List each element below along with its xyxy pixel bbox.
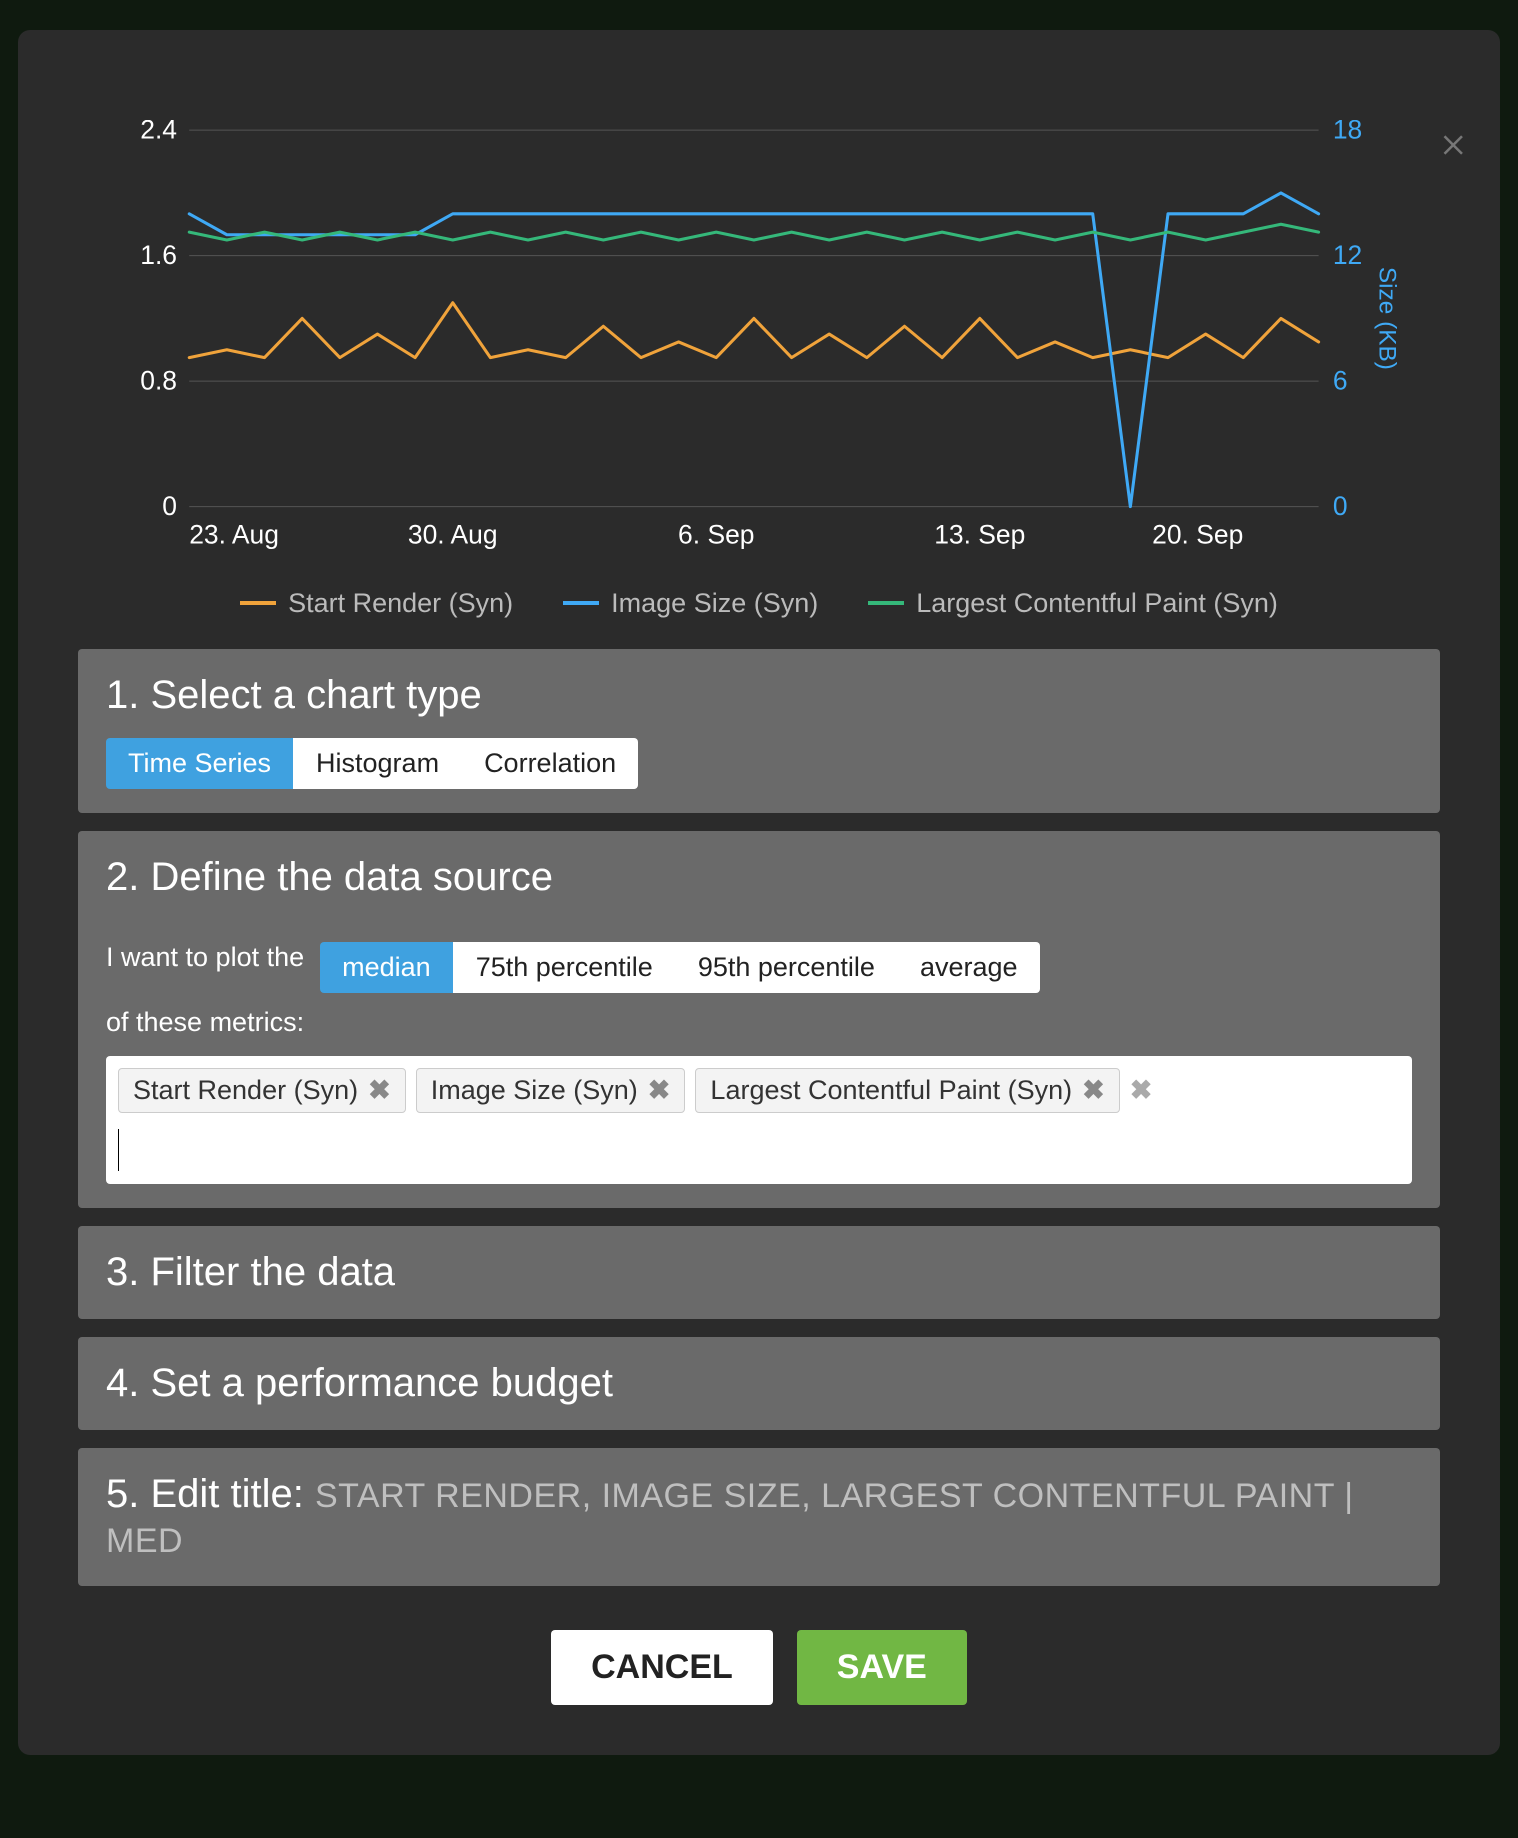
step-3-title: 3. Filter the data bbox=[106, 1250, 1412, 1295]
legend-swatch bbox=[563, 601, 599, 605]
legend-swatch bbox=[240, 601, 276, 605]
svg-text:6: 6 bbox=[1333, 365, 1348, 395]
remove-tag-icon[interactable]: ✖ bbox=[368, 1075, 391, 1106]
step-1-panel: 1. Select a chart type Time SeriesHistog… bbox=[78, 649, 1440, 813]
legend-swatch bbox=[868, 601, 904, 605]
legend-label: Largest Contentful Paint (Syn) bbox=[916, 588, 1278, 619]
svg-text:30. Aug: 30. Aug bbox=[408, 519, 498, 549]
metrics-text-cursor bbox=[118, 1129, 119, 1171]
svg-text:0.8: 0.8 bbox=[140, 365, 177, 395]
plot-lead-text: I want to plot the bbox=[106, 942, 304, 973]
svg-text:0: 0 bbox=[162, 491, 177, 521]
stat-option-95th-percentile[interactable]: 95th percentile bbox=[675, 942, 897, 993]
remove-tag-icon[interactable]: ✖ bbox=[1082, 1075, 1105, 1106]
stat-option-average[interactable]: average bbox=[897, 942, 1040, 993]
legend-item[interactable]: Image Size (Syn) bbox=[563, 588, 818, 619]
step-1-title: 1. Select a chart type bbox=[106, 673, 1412, 718]
step-2-panel: 2. Define the data source I want to plot… bbox=[78, 831, 1440, 1208]
metrics-input-box[interactable]: Start Render (Syn)✖Image Size (Syn)✖Larg… bbox=[106, 1056, 1412, 1184]
chart-legend: Start Render (Syn) Image Size (Syn) Larges… bbox=[118, 588, 1400, 619]
legend-item[interactable]: Start Render (Syn) bbox=[240, 588, 513, 619]
remove-tag-icon[interactable]: ✖ bbox=[648, 1075, 671, 1106]
metric-tag-label: Largest Contentful Paint (Syn) bbox=[710, 1075, 1072, 1106]
metric-tag: Start Render (Syn) ✖ bbox=[118, 1068, 406, 1113]
stat-option-median[interactable]: median bbox=[320, 942, 453, 993]
chart-type-option-time-series[interactable]: Time Series bbox=[106, 738, 293, 789]
metric-tag: Image Size (Syn) ✖ bbox=[416, 1068, 686, 1113]
svg-text:Size (KB): Size (KB) bbox=[1374, 267, 1400, 370]
chart-type-toggle: Time SeriesHistogramCorrelation bbox=[106, 738, 638, 789]
save-button[interactable]: SAVE bbox=[797, 1630, 967, 1705]
metric-tag: Largest Contentful Paint (Syn) ✖ bbox=[695, 1068, 1119, 1113]
svg-text:2.4: 2.4 bbox=[140, 120, 177, 144]
legend-label: Start Render (Syn) bbox=[288, 588, 513, 619]
svg-text:13. Sep: 13. Sep bbox=[934, 519, 1025, 549]
metric-tag-label: Image Size (Syn) bbox=[431, 1075, 638, 1106]
close-icon[interactable] bbox=[1440, 130, 1470, 165]
svg-text:6. Sep: 6. Sep bbox=[678, 519, 754, 549]
step-4-panel[interactable]: 4. Set a performance budget bbox=[78, 1337, 1440, 1430]
svg-text:23. Aug: 23. Aug bbox=[189, 519, 279, 549]
cancel-button[interactable]: CANCEL bbox=[551, 1630, 773, 1705]
svg-text:20. Sep: 20. Sep bbox=[1152, 519, 1243, 549]
chart-type-option-histogram[interactable]: Histogram bbox=[293, 738, 461, 789]
step-5-title: 5. Edit title: START RENDER, IMAGE SIZE,… bbox=[106, 1472, 1412, 1562]
legend-item[interactable]: Largest Contentful Paint (Syn) bbox=[868, 588, 1278, 619]
svg-text:12: 12 bbox=[1333, 240, 1362, 270]
clear-all-tags-icon[interactable]: ✖ bbox=[1130, 1075, 1153, 1106]
svg-text:18: 18 bbox=[1333, 120, 1362, 144]
preview-chart: 0 0.8 1.6 2.4 0 6 12 18 23. Aug 30. Aug 6. Sep 13… bbox=[118, 120, 1400, 619]
plot-trail-text: of these metrics: bbox=[106, 1007, 1412, 1038]
stat-option-75th-percentile[interactable]: 75th percentile bbox=[453, 942, 675, 993]
legend-label: Image Size (Syn) bbox=[611, 588, 818, 619]
chart-editor-modal: 0 0.8 1.6 2.4 0 6 12 18 23. Aug 30. Aug 6. Sep 13… bbox=[18, 30, 1500, 1755]
stat-toggle: median75th percentile95th percentileaver… bbox=[320, 942, 1039, 993]
step-4-title: 4. Set a performance budget bbox=[106, 1361, 1412, 1406]
svg-text:0: 0 bbox=[1333, 491, 1348, 521]
step-2-title: 2. Define the data source bbox=[106, 855, 1412, 900]
chart-svg: 0 0.8 1.6 2.4 0 6 12 18 23. Aug 30. Aug 6. Sep 13… bbox=[118, 120, 1400, 568]
metric-tag-label: Start Render (Syn) bbox=[133, 1075, 358, 1106]
modal-footer: CANCEL SAVE bbox=[78, 1630, 1440, 1705]
svg-text:1.6: 1.6 bbox=[140, 240, 177, 270]
step-3-panel[interactable]: 3. Filter the data bbox=[78, 1226, 1440, 1319]
chart-type-option-correlation[interactable]: Correlation bbox=[461, 738, 638, 789]
step-5-panel[interactable]: 5. Edit title: START RENDER, IMAGE SIZE,… bbox=[78, 1448, 1440, 1586]
